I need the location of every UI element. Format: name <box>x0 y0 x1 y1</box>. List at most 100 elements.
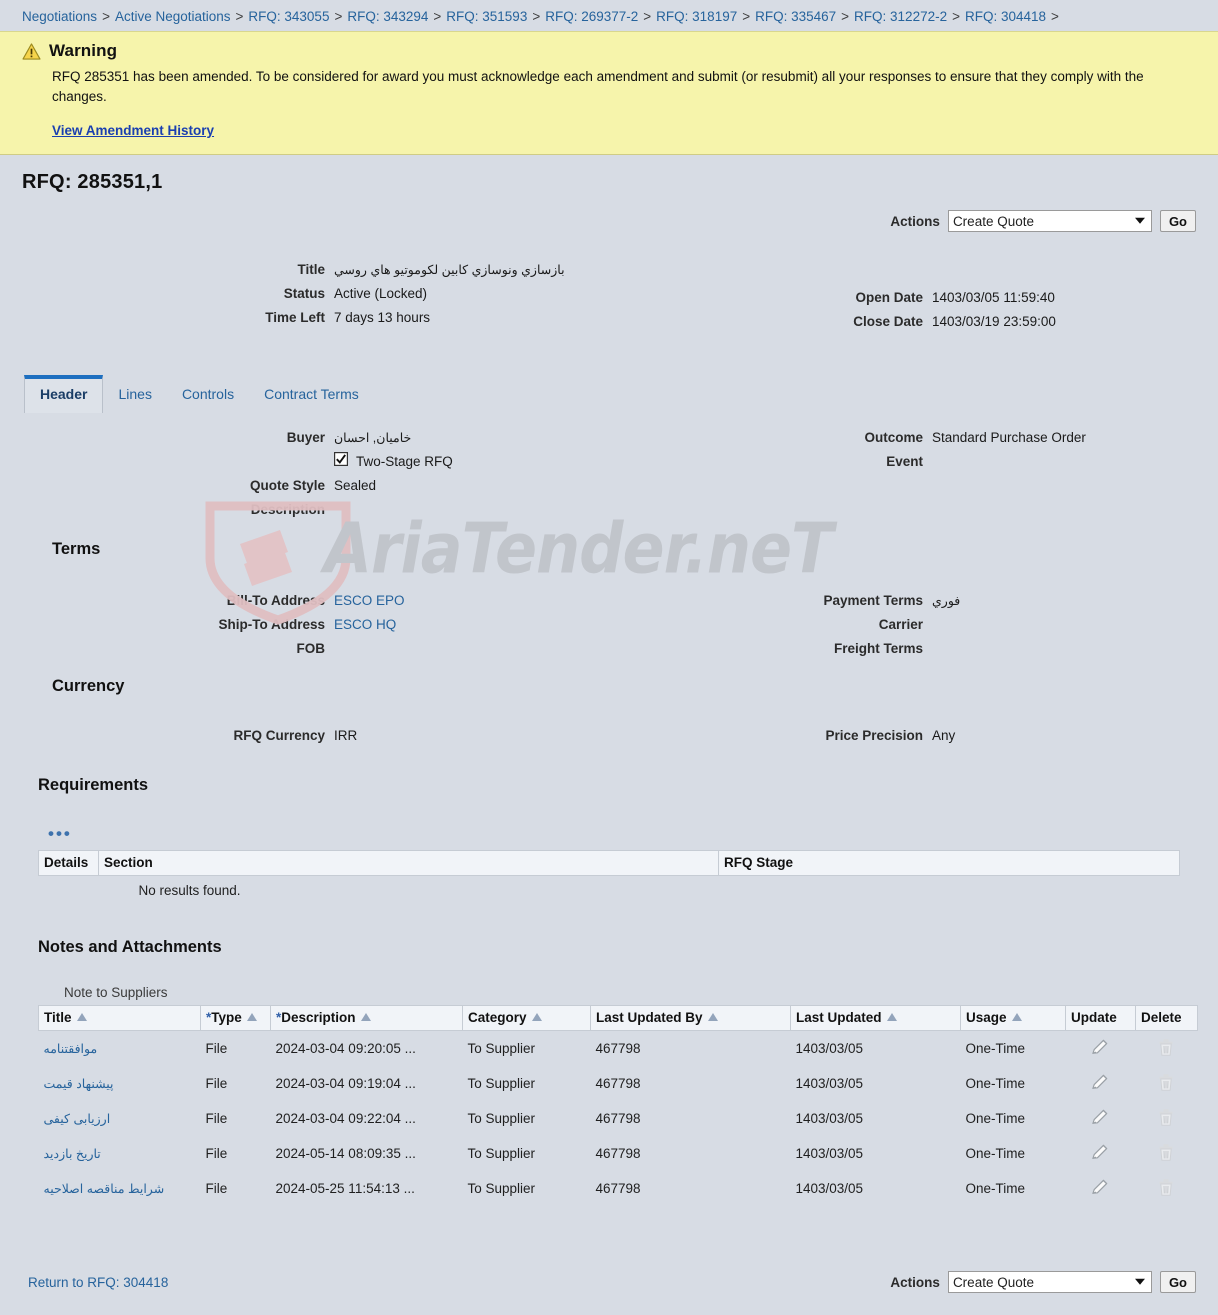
notes-subheading: Note to Suppliers <box>64 985 168 1000</box>
required-marker: * <box>206 1010 212 1025</box>
trash-icon[interactable] <box>1136 1136 1198 1171</box>
terms-field-value[interactable]: ESCO EPO <box>334 589 405 613</box>
breadcrumb-separator: > <box>334 9 343 24</box>
note-title-link[interactable]: شرایط مناقصه اصلاحیه <box>44 1182 165 1196</box>
note-title-link[interactable]: پیشنهاد قیمت <box>44 1077 114 1091</box>
notes-col-description[interactable]: *Description <box>270 1005 463 1031</box>
pencil-icon[interactable] <box>1066 1066 1136 1101</box>
header-field-value: خامیان, احسان <box>334 431 412 445</box>
actions-select-top-value: Create Quote <box>952 213 1034 229</box>
pencil-icon[interactable] <box>1066 1101 1136 1136</box>
note-title-link[interactable]: ارزیابی کیفی <box>44 1112 111 1126</box>
pencil-icon[interactable] <box>1066 1136 1136 1171</box>
note-title-cell[interactable]: شرایط مناقصه اصلاحیه <box>39 1171 201 1206</box>
terms-field-link[interactable]: ESCO HQ <box>334 617 396 632</box>
actions-select-bottom[interactable]: Create Quote <box>947 1271 1152 1293</box>
note-title-link[interactable]: تاریخ بازدید <box>44 1147 101 1161</box>
note-type-cell: File <box>205 1181 228 1196</box>
two-stage-rfq-field[interactable]: Two-Stage RFQ <box>334 450 453 474</box>
breadcrumb-item-8[interactable]: RFQ: 312272-2 <box>854 9 947 24</box>
view-amendment-history-link[interactable]: View Amendment History <box>52 123 214 138</box>
header-field-label: Quote Style <box>249 478 325 493</box>
go-button-bottom[interactable]: Go <box>1159 1271 1196 1293</box>
note-title-cell[interactable]: تاریخ بازدید <box>39 1136 201 1171</box>
return-to-rfq-link[interactable]: Return to RFQ: 304418 <box>28 1275 168 1290</box>
terms-field-link[interactable]: ESCO EPO <box>334 593 405 608</box>
terms-field-label: Carrier <box>878 617 923 632</box>
tab-controls[interactable]: Controls <box>167 376 249 413</box>
notes-col-usage[interactable]: Usage <box>960 1005 1066 1031</box>
warning-triangle-icon <box>22 42 41 60</box>
notes-col-last-updated[interactable]: Last Updated <box>790 1005 961 1031</box>
table-row: شرایط مناقصه اصلاحیه File 2024-05-25 11:54… <box>39 1171 1198 1206</box>
trash-icon[interactable] <box>1136 1101 1198 1136</box>
actions-label-top: Actions <box>890 213 940 229</box>
breadcrumb-separator: > <box>235 9 244 24</box>
header-field-value: Sealed <box>334 478 377 493</box>
breadcrumb-separator: > <box>1051 9 1059 24</box>
sort-ascending-icon[interactable] <box>76 1013 87 1021</box>
two-stage-rfq-label: Two-Stage RFQ <box>356 454 453 469</box>
tab-lines[interactable]: Lines <box>103 376 166 413</box>
requirements-heading: Requirements <box>38 776 149 794</box>
breadcrumb-item-7[interactable]: RFQ: 335467 <box>755 9 836 24</box>
note-title-cell[interactable]: موافقتنامه <box>39 1031 201 1067</box>
breadcrumb-item-9[interactable]: RFQ: 304418 <box>965 9 1046 24</box>
notes-table: Title *Type *Description Category Last Updat… <box>38 1005 1198 1206</box>
header-field-row: Outcome Standard Purchase Order <box>700 426 1200 450</box>
note-type-cell: File <box>205 1076 228 1091</box>
note-title-cell[interactable]: ارزیابی کیفی <box>39 1101 201 1136</box>
note-last-updated-by-cell: 467798 <box>595 1146 641 1161</box>
notes-col-category[interactable]: Category <box>462 1005 591 1031</box>
summary-field-row: Title بازسازي ونوسازي كابين لكوموتيو هاي … <box>0 258 620 282</box>
breadcrumb-item-3[interactable]: RFQ: 343294 <box>347 9 428 24</box>
sort-ascending-icon[interactable] <box>360 1013 371 1021</box>
go-button-top[interactable]: Go <box>1159 210 1196 232</box>
note-title-link[interactable]: موافقتنامه <box>44 1042 98 1056</box>
note-title-cell[interactable]: پیشنهاد قیمت <box>39 1066 201 1101</box>
actions-select-top[interactable]: Create Quote <box>947 210 1152 232</box>
note-description-cell: 2024-03-04 09:19:04 ... <box>275 1076 416 1091</box>
currency-field-row: Price Precision Any <box>700 724 1200 748</box>
sort-ascending-icon[interactable] <box>246 1013 257 1021</box>
note-category-cell: To Supplier <box>467 1181 536 1196</box>
note-description-cell: 2024-03-04 09:20:05 ... <box>275 1041 416 1056</box>
notes-col-last-updated-by[interactable]: Last Updated By <box>590 1005 791 1031</box>
trash-icon[interactable] <box>1136 1031 1198 1067</box>
breadcrumb-item-2[interactable]: RFQ: 343055 <box>248 9 329 24</box>
header-field-label: Description <box>250 502 325 517</box>
notes-col-delete: Delete <box>1135 1005 1198 1031</box>
notes-col-type[interactable]: *Type <box>200 1005 271 1031</box>
terms-right: Payment Terms فوري Carrier Freight Terms <box>700 589 1200 661</box>
tab-header[interactable]: Header <box>24 375 104 413</box>
header-field-row: Buyer خامیان, احسان <box>0 426 620 450</box>
requirements-table: Details Section RFQ Stage No results found… <box>38 850 1180 898</box>
sort-ascending-icon[interactable] <box>886 1013 897 1021</box>
pencil-icon[interactable] <box>1066 1171 1136 1206</box>
notes-col-title[interactable]: Title <box>38 1005 201 1031</box>
sort-ascending-icon[interactable] <box>531 1013 542 1021</box>
header-tab-left: Buyer خامیان, احسان Two-Stage RFQ Quote Sty… <box>0 426 620 522</box>
terms-field-value[interactable]: ESCO HQ <box>334 613 396 637</box>
page-footer: Return to RFQ: 304418 Actions Create Quo… <box>0 1271 1218 1293</box>
breadcrumb-item-4[interactable]: RFQ: 351593 <box>446 9 527 24</box>
trash-icon[interactable] <box>1136 1066 1198 1101</box>
two-stage-rfq-checkbox[interactable] <box>334 450 349 474</box>
breadcrumb-separator: > <box>841 9 850 24</box>
breadcrumb-item-5[interactable]: RFQ: 269377-2 <box>545 9 638 24</box>
terms-field-value: فوري <box>932 594 961 608</box>
table-row: تاریخ بازدید File 2024-05-14 08:09:35 ... T… <box>39 1136 1198 1171</box>
sort-ascending-icon[interactable] <box>1011 1013 1022 1021</box>
note-category-cell: To Supplier <box>467 1076 536 1091</box>
trash-icon[interactable] <box>1136 1171 1198 1206</box>
breadcrumb-item-6[interactable]: RFQ: 318197 <box>656 9 737 24</box>
sort-ascending-icon[interactable] <box>707 1013 718 1021</box>
pencil-icon[interactable] <box>1066 1031 1136 1067</box>
breadcrumb-item-1[interactable]: Active Negotiations <box>115 9 231 24</box>
breadcrumb-item-0[interactable]: Negotiations <box>22 9 97 24</box>
ellipsis-icon[interactable]: ••• <box>48 824 72 843</box>
terms-field-row: Carrier <box>700 613 1200 637</box>
summary-field-value: 1403/03/19 23:59:00 <box>932 314 1056 329</box>
tab-contract-terms[interactable]: Contract Terms <box>249 376 374 413</box>
summary-field-row: Open Date 1403/03/05 11:59:40 <box>700 286 1200 310</box>
